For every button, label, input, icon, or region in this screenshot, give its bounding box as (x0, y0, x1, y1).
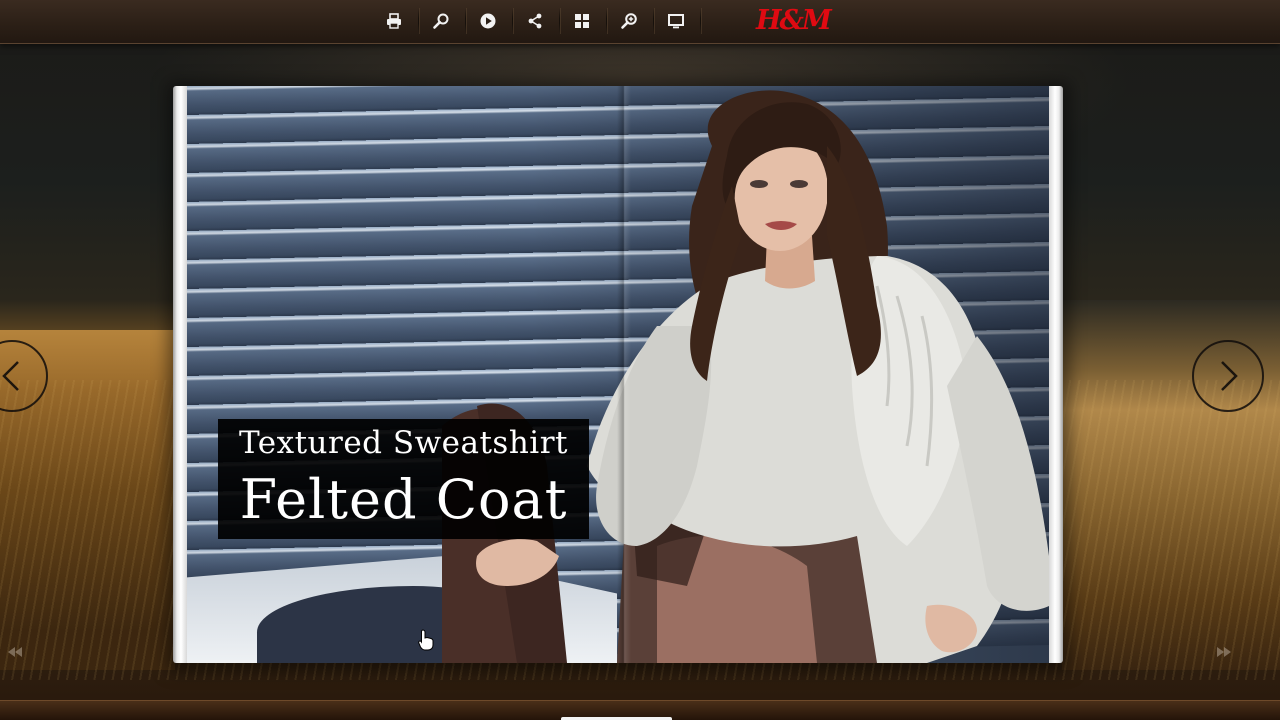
book-page-edge-left (173, 86, 187, 663)
toolbar-separator (512, 8, 513, 34)
print-button[interactable] (378, 6, 410, 36)
search-icon (433, 13, 449, 29)
book-page-edge-right (1049, 86, 1063, 663)
toolbar-separator (465, 8, 466, 34)
top-toolbar: H&M (0, 0, 1280, 44)
thumbnails-button[interactable] (566, 6, 598, 36)
bottom-bar (0, 700, 1280, 720)
zoom-button[interactable] (613, 6, 645, 36)
book-spine (617, 86, 631, 663)
next-page-button[interactable] (1192, 340, 1264, 412)
caption-title: Felted Coat (239, 468, 568, 531)
hand-cursor-icon (418, 629, 434, 651)
last-page-button[interactable] (1214, 644, 1234, 660)
monitor-icon (668, 14, 684, 29)
first-page-button[interactable] (5, 644, 25, 660)
caption-box: Textured Sweatshirt Felted Coat (218, 419, 589, 539)
share-button[interactable] (519, 6, 551, 36)
share-icon (528, 13, 542, 29)
zoom-in-icon (621, 13, 637, 29)
printer-icon (387, 13, 401, 29)
toolbar-separator (418, 8, 419, 34)
grid-icon (575, 14, 589, 28)
double-arrow-right-icon (1217, 647, 1231, 657)
double-arrow-left-icon (8, 647, 22, 657)
toolbar-separator (653, 8, 654, 34)
toolbar-separator (606, 8, 607, 34)
chevron-right-icon (1221, 361, 1238, 391)
brand-logo[interactable]: H&M (756, 4, 832, 38)
toolbar-separator (700, 8, 701, 34)
book-spread[interactable]: Textured Sweatshirt Felted Coat (187, 86, 1049, 663)
search-button[interactable] (425, 6, 457, 36)
play-icon (480, 13, 496, 29)
chevron-left-icon (2, 361, 19, 391)
fullscreen-button[interactable] (660, 6, 692, 36)
caption-subtitle: Textured Sweatshirt (238, 425, 568, 461)
toolbar-separator (559, 8, 560, 34)
autoplay-button[interactable] (472, 6, 504, 36)
